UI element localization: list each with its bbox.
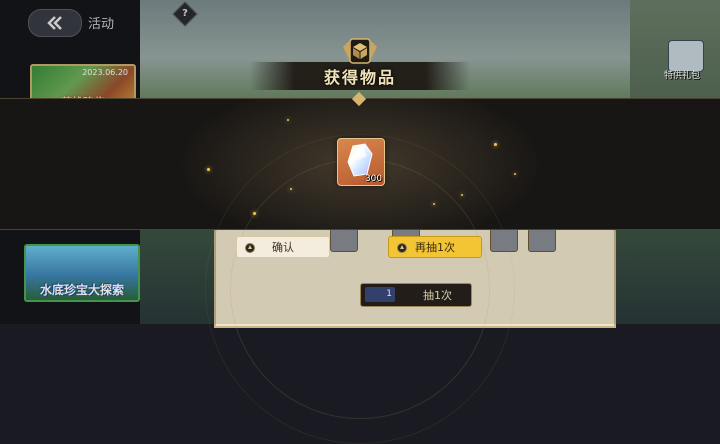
controller-a-icon [397, 243, 407, 253]
reward-title: 获得物品 [323, 68, 396, 87]
draw-again-button[interactable]: 再抽1次 [388, 236, 482, 258]
decor-ring [230, 159, 490, 419]
draw-again-label: 再抽1次 [415, 241, 455, 254]
cube-emblem-icon [343, 38, 377, 64]
sparkle [461, 194, 463, 196]
confirm-label: 确认 [272, 241, 294, 254]
sparkle [514, 173, 516, 175]
sparkle [494, 143, 497, 146]
sparkle [433, 203, 435, 205]
sparkle [287, 119, 289, 121]
crystal-icon [347, 143, 373, 177]
confirm-button[interactable]: 确认 [236, 236, 330, 258]
sparkle [207, 168, 210, 171]
reward-item-quantity: 300 [364, 174, 382, 184]
controller-a-icon [245, 243, 255, 253]
sparkle [253, 212, 256, 215]
reward-item-tile[interactable]: 300 [337, 138, 385, 186]
sparkle [290, 188, 292, 190]
